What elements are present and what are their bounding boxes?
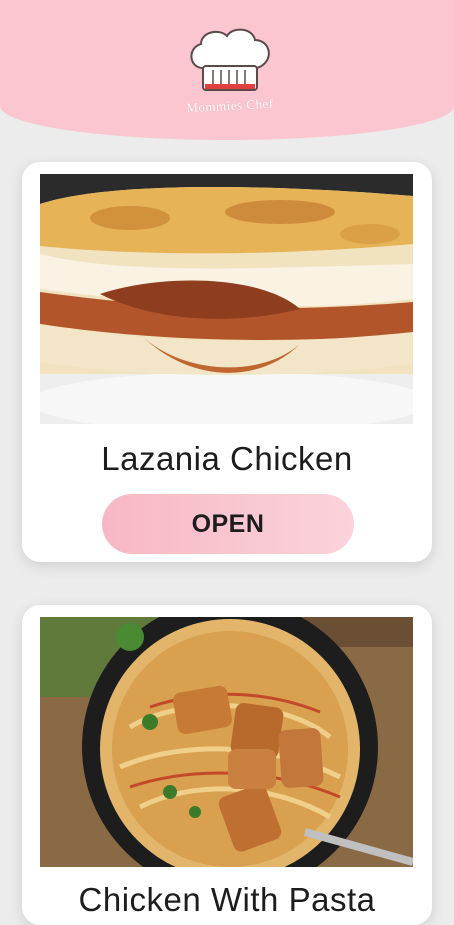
app-header: Mommies Chef bbox=[0, 0, 454, 140]
app-logo-text: Mommies Chef bbox=[186, 95, 274, 116]
lasagna-photo bbox=[40, 174, 413, 424]
recipe-card: Chicken With Pasta bbox=[22, 605, 432, 925]
recipe-title: Chicken With Pasta bbox=[78, 881, 376, 918]
open-recipe-button[interactable]: OPEN bbox=[102, 494, 354, 554]
recipe-title: Lazania Chicken bbox=[101, 440, 353, 477]
chicken-pasta-photo bbox=[40, 617, 413, 867]
recipe-card: Lazania Chicken OPEN bbox=[22, 162, 432, 562]
chef-hat-icon bbox=[190, 28, 270, 91]
